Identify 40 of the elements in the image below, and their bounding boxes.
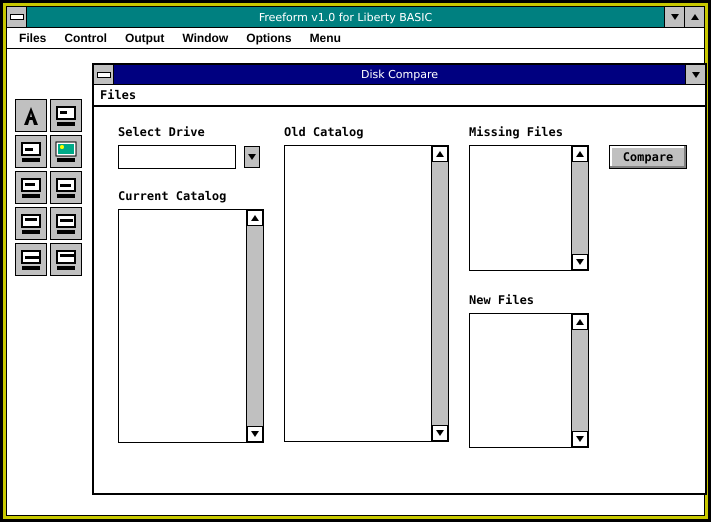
list-box[interactable] [284, 145, 449, 442]
list-label: New Files [469, 293, 536, 309]
menu-item[interactable]: Output [125, 31, 164, 45]
dropdown-icon[interactable] [244, 146, 260, 168]
menu-item[interactable]: Menu [310, 31, 341, 45]
list-label: Missing Files [469, 125, 564, 141]
compare-button[interactable]: Compare [609, 145, 687, 169]
maximize-icon[interactable] [684, 7, 704, 27]
list-box[interactable] [469, 313, 589, 448]
scroll-up-icon[interactable] [572, 314, 588, 330]
scrollbar[interactable] [431, 146, 448, 441]
list-box[interactable] [118, 209, 264, 443]
minimize-icon[interactable] [664, 7, 684, 27]
menu-item[interactable]: Files [100, 88, 136, 102]
field-label: Select Drive [118, 125, 206, 141]
menu-item[interactable]: Window [182, 31, 228, 45]
scroll-up-icon[interactable] [432, 146, 448, 162]
picture-icon[interactable] [50, 135, 82, 168]
system-menu-icon[interactable] [10, 14, 24, 20]
menu-item[interactable]: Control [64, 31, 108, 45]
text-icon[interactable] [15, 99, 47, 132]
scroll-down-icon[interactable] [432, 425, 448, 441]
list-box[interactable] [469, 145, 589, 271]
scrollbar[interactable] [571, 146, 588, 270]
scrollbar[interactable] [246, 210, 263, 442]
scroll-down-icon[interactable] [572, 431, 588, 447]
system-menu-icon[interactable] [96, 72, 110, 78]
list-label: Current Catalog [118, 189, 228, 205]
menu-item[interactable]: Options [246, 31, 292, 45]
scroll-down-icon[interactable] [247, 426, 263, 442]
minimize-icon[interactable] [685, 65, 705, 84]
scroll-up-icon[interactable] [572, 146, 588, 162]
scrollbar[interactable] [571, 314, 588, 447]
drive-field[interactable] [118, 145, 236, 169]
list-label: Old Catalog [284, 125, 364, 141]
menu-item[interactable]: Files [19, 31, 46, 45]
scroll-up-icon[interactable] [247, 210, 263, 226]
window-title: Freeform v1.0 for Liberty BASIC [258, 10, 434, 24]
dialog-title: Disk Compare [360, 68, 440, 81]
scroll-down-icon[interactable] [572, 254, 588, 270]
